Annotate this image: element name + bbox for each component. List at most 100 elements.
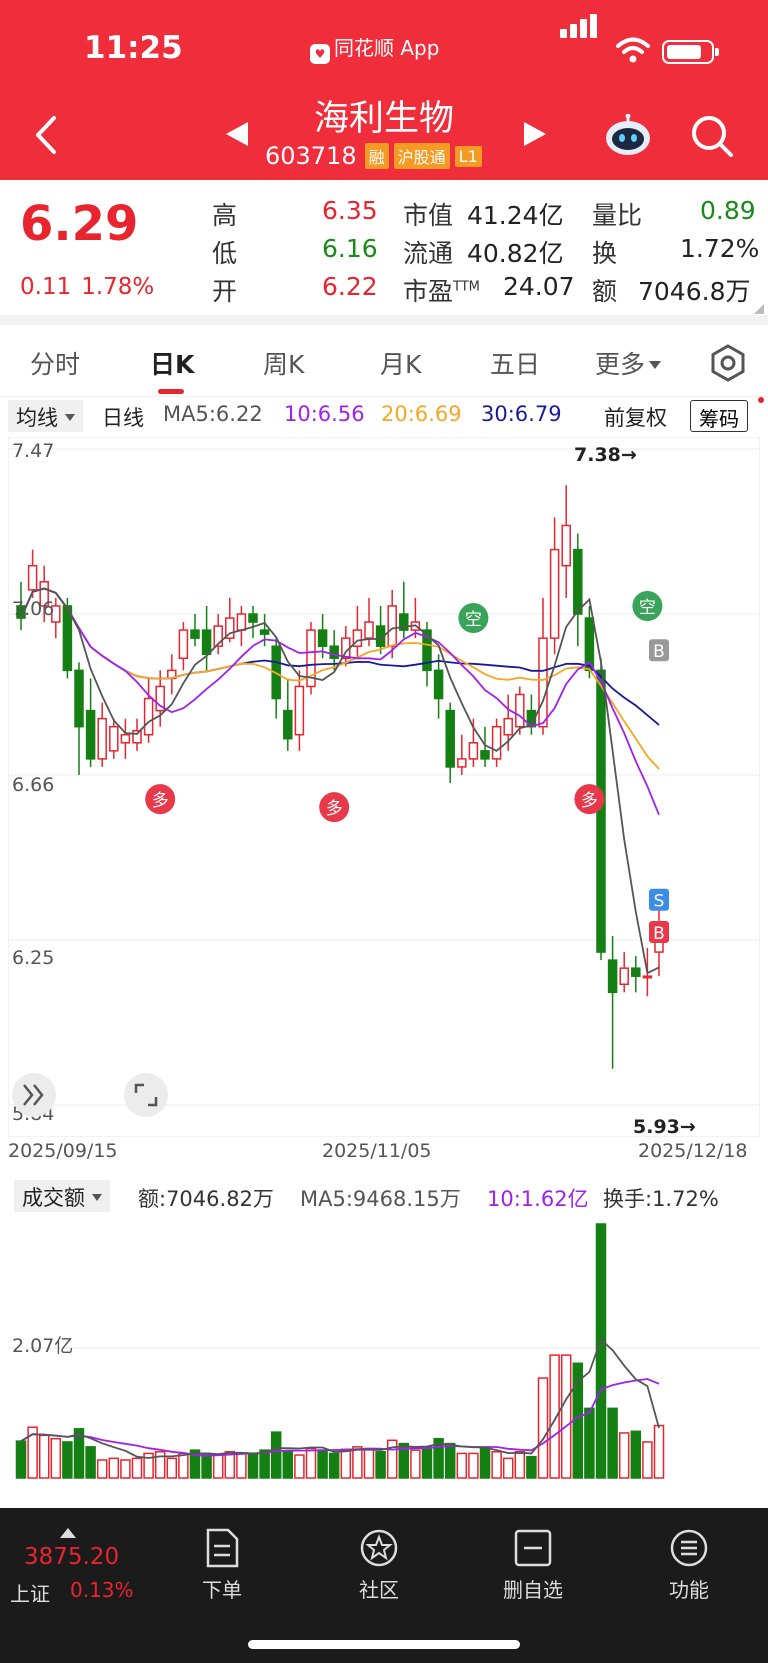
volume-y-tick: 2.07亿: [12, 1335, 73, 1357]
y-tick-label: 6.25: [12, 947, 54, 969]
volume-bar: [526, 1455, 537, 1479]
change-value: 0.11: [20, 274, 72, 300]
chip-distribution-button[interactable]: 筹码: [690, 400, 748, 432]
volume-bar: [131, 1457, 143, 1479]
price-change: 0.11 1.78%: [20, 274, 164, 300]
tab-more[interactable]: 更多: [595, 345, 662, 381]
ma-lines: [20, 587, 660, 975]
fullscreen-button[interactable]: [124, 1073, 168, 1117]
ma20-value: 20:6.69: [381, 402, 462, 426]
volume-turnover: 换手:1.72%: [603, 1187, 719, 1211]
ma30-line: [20, 587, 660, 726]
volume-bar: [166, 1457, 178, 1479]
prev-stock-icon[interactable]: [226, 122, 248, 146]
ma-indicator-bar: 均线 日线 MA5:6.22 10:6.56 20:6.69 30:6.79 前…: [0, 397, 768, 437]
volume-bar: [352, 1446, 363, 1479]
stock-name: 海利生物: [313, 99, 454, 139]
quote-panel: 6.29 0.11 1.78% 高 6.35 低 6.16 开 6.22 市值 4…: [0, 180, 768, 315]
pe-label-text: 市盈: [403, 277, 454, 306]
index-expand-icon[interactable]: [60, 1528, 76, 1538]
candle-body: [480, 750, 490, 760]
menu-circle-icon: [670, 1529, 708, 1567]
bottom-bar: 3875.20 上证 0.13% 下单 社区 删自选 功能: [0, 1508, 768, 1663]
volume-bar: [120, 1459, 131, 1479]
pe-value: 24.07: [503, 272, 575, 301]
settings-hex-icon[interactable]: [708, 343, 748, 383]
candle-body: [248, 613, 258, 623]
volume-bar: [270, 1431, 282, 1479]
candle-body: [74, 669, 84, 728]
volume-bar: [386, 1439, 398, 1479]
status-app-label[interactable]: ♥ 同花顺 App: [310, 32, 439, 64]
ma10-line: [20, 587, 660, 816]
status-time: 11:25: [84, 30, 183, 66]
home-indicator: [248, 1640, 520, 1649]
next-stock-icon[interactable]: [524, 122, 546, 146]
candle-body: [364, 621, 374, 639]
nav-functions[interactable]: 功能: [644, 1528, 734, 1603]
volume-bar: [491, 1451, 502, 1479]
amount-label: 额: [592, 277, 618, 306]
volume-bar: [294, 1454, 305, 1479]
y-ticks: 7.47 7.06 6.66 6.25 5.84: [12, 440, 54, 1125]
candlestick-chart[interactable]: 7.47 7.06 6.66 6.25 5.84 7.38→ 5.93→ 多 多 多…: [8, 437, 760, 1137]
volume-selector[interactable]: 成交额: [14, 1180, 110, 1212]
index-value[interactable]: 3875.20: [24, 1544, 119, 1570]
candle-body: [62, 605, 73, 672]
search-icon[interactable]: [690, 114, 734, 158]
last-price: 6.29: [20, 196, 139, 252]
caret-down-icon: [649, 361, 662, 369]
candle-body: [85, 709, 96, 760]
tab-weekly-k[interactable]: 周K: [263, 345, 304, 381]
tab-daily-k[interactable]: 日K: [150, 345, 194, 381]
nav-community[interactable]: 社区: [334, 1528, 424, 1603]
nav-order[interactable]: 下单: [177, 1528, 267, 1603]
chart-grid: [8, 448, 760, 1106]
ma5-line: [20, 587, 660, 975]
volume-bar: [537, 1377, 549, 1479]
stock-code-row: 603718 融 沪股通 L1: [265, 142, 487, 170]
pe-label: 市盈TTM: [403, 272, 480, 308]
robot-assistant-icon[interactable]: [604, 114, 652, 158]
volume-chart[interactable]: 2.07亿: [8, 1218, 760, 1484]
volume-bar: [201, 1452, 212, 1479]
minus-box-icon: [514, 1529, 552, 1567]
candle-body: [515, 693, 525, 728]
expand-left-button[interactable]: [12, 1073, 56, 1117]
volume-bar: [328, 1452, 340, 1479]
candle-body: [283, 709, 293, 740]
low-value: 6.16: [322, 234, 378, 263]
adjust-mode[interactable]: 前复权: [604, 402, 667, 432]
tab-monthly-k[interactable]: 月K: [380, 345, 421, 381]
volume-bar: [50, 1437, 62, 1479]
signal-marker-label: 多: [581, 791, 598, 811]
ma30-value: 30:6.79: [481, 402, 562, 426]
volume-bar: [108, 1457, 120, 1479]
candle-body: [329, 645, 339, 660]
tab-intraday[interactable]: 分时: [30, 345, 80, 381]
candle-body: [503, 717, 513, 736]
high-label: 高: [212, 201, 238, 230]
turnover-label: 换: [592, 239, 618, 268]
period-label: 日线: [102, 406, 144, 430]
volume-bar: [456, 1452, 468, 1479]
candle-body: [549, 548, 560, 639]
candle-body: [642, 975, 653, 979]
signal-marker-label: 空: [465, 610, 482, 630]
volume-bar: [375, 1451, 386, 1479]
tab-five-day[interactable]: 五日: [490, 345, 540, 381]
nav-order-label: 下单: [202, 1578, 242, 1602]
volume-bar: [85, 1446, 96, 1479]
volume-bar: [468, 1452, 479, 1479]
candle-body: [201, 629, 212, 656]
volume-bar: [607, 1407, 618, 1479]
community-star-icon: [360, 1529, 398, 1567]
wifi-icon: [616, 37, 650, 63]
expand-corner-icon[interactable]: [752, 302, 766, 316]
x-label-start: 2025/09/15: [8, 1140, 118, 1162]
ma-selector[interactable]: 均线: [8, 400, 83, 432]
candle-body: [143, 697, 154, 736]
notification-dot: [758, 397, 764, 403]
caret-down-icon: [64, 414, 75, 421]
nav-remove-watchlist[interactable]: 删自选: [488, 1528, 578, 1603]
